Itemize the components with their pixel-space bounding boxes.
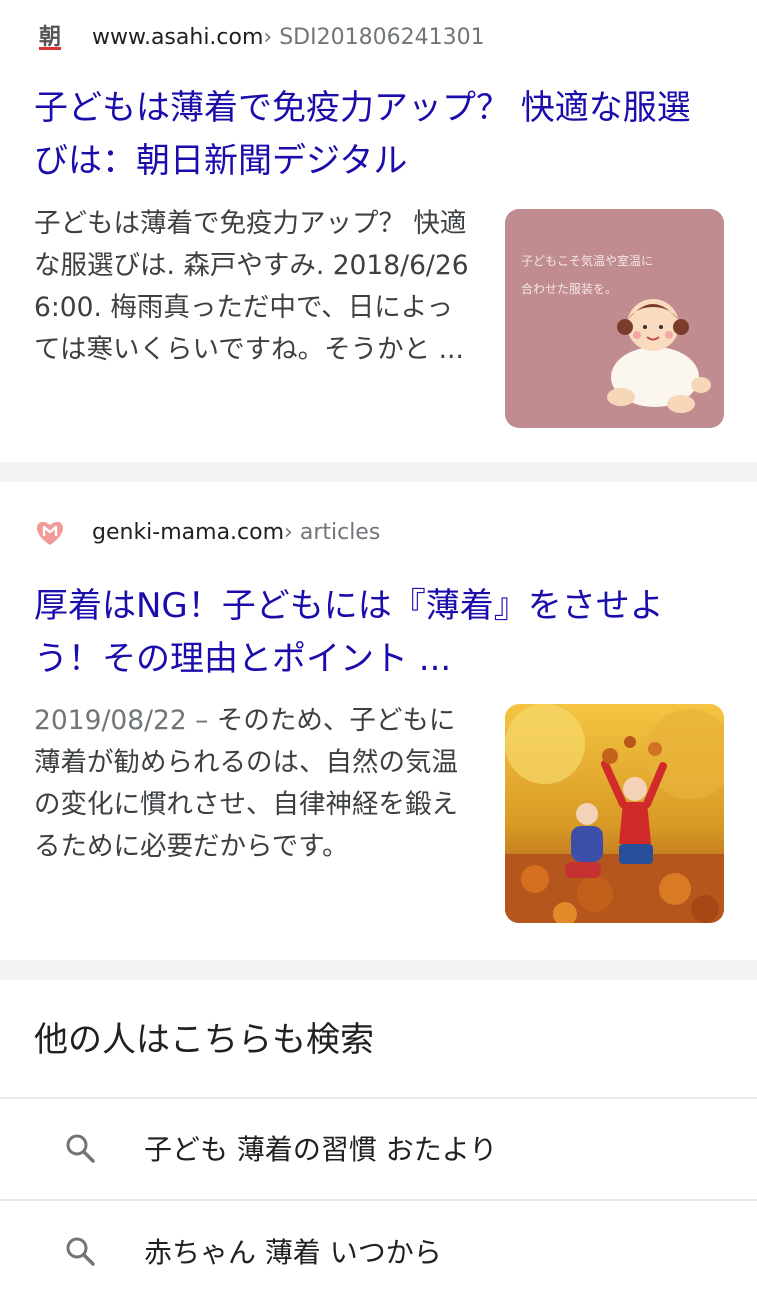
result-title-link[interactable]: 厚着はNG！子どもには『薄着』をさせよう！その理由とポイント ... xyxy=(34,580,724,686)
result-domain: www.asahi.com xyxy=(92,24,264,50)
result-snippet: 子どもは薄着で免疫力アップ？ 快適な服選びは. 森戸やすみ. 2018/6/26… xyxy=(34,203,474,371)
thumbnail-caption-1: 子どもこそ気温や室温に xyxy=(521,253,653,268)
result-site-row[interactable]: genki-mama.com › articles xyxy=(34,516,380,548)
search-icon xyxy=(60,1231,100,1271)
svg-text:朝: 朝 xyxy=(39,24,61,50)
search-icon xyxy=(60,1128,100,1168)
children-autumn-leaves-photo xyxy=(505,704,724,923)
related-search-label: 赤ちゃん 薄着 いつから xyxy=(144,1236,442,1269)
result-separator xyxy=(0,462,757,482)
result-path: › SDI201806241301 xyxy=(263,24,485,50)
result-thumbnail[interactable] xyxy=(505,704,724,923)
search-result-1: 朝 www.asahi.com › SDI201806241301 子どもは薄着… xyxy=(0,0,757,462)
result-snippet-text: 子どもは薄着で免疫力アップ？ 快適な服選びは. 森戸やすみ. 2018/6/26… xyxy=(34,208,469,365)
asahi-logo-icon: 朝 xyxy=(34,21,66,53)
result-domain: genki-mama.com xyxy=(92,519,285,545)
result-date: 2019/08/22 – xyxy=(34,705,217,736)
result-separator xyxy=(0,960,757,980)
result-thumbnail[interactable]: 子どもこそ気温や室温に 合わせた服装を。 xyxy=(505,209,724,428)
people-also-search-title: 他の人はこちらも検索 xyxy=(34,1020,374,1060)
related-search-item[interactable]: 子ども 薄着の習慣 おたより xyxy=(0,1098,757,1198)
result-site-row[interactable]: 朝 www.asahi.com › SDI201806241301 xyxy=(34,21,485,53)
result-title-link[interactable]: 子どもは薄着で免疫力アップ？ 快適な服選びは：朝日新聞デジタル xyxy=(34,82,724,188)
search-result-2: genki-mama.com › articles 厚着はNG！子どもには『薄着… xyxy=(0,482,757,960)
result-snippet: 2019/08/22 – そのため、子どもに薄着が勧められるのは、自然の気温の変… xyxy=(34,700,464,868)
result-path: › articles xyxy=(284,519,381,545)
related-search-label: 子ども 薄着の習慣 おたより xyxy=(144,1133,498,1166)
thumbnail-caption-2: 合わせた服装を。 xyxy=(521,281,617,296)
related-search-item[interactable]: 赤ちゃん 薄着 いつから xyxy=(0,1201,757,1301)
heart-m-logo-icon xyxy=(34,516,66,548)
